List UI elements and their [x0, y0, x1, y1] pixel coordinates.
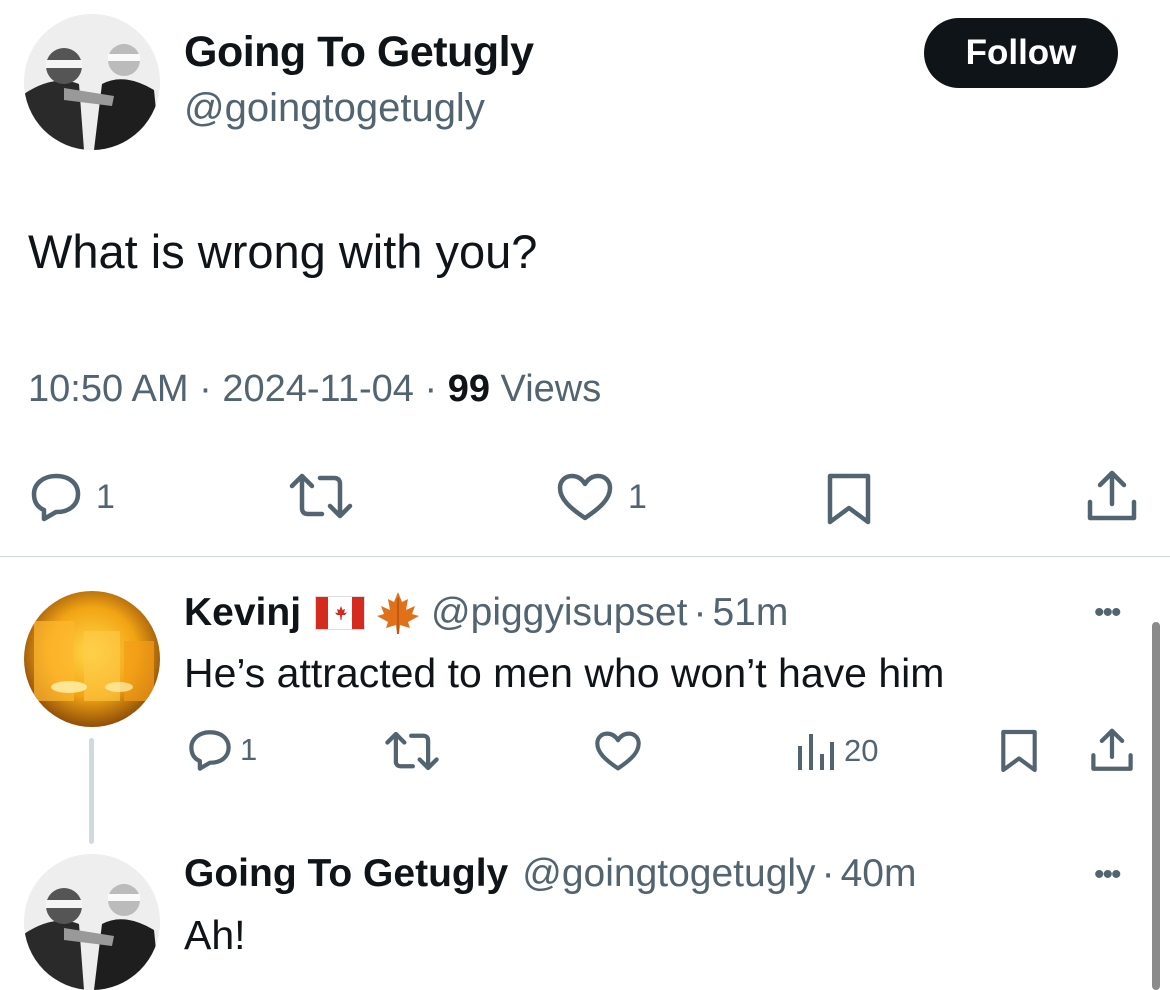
tweet-time[interactable]: 10:50 AM [28, 368, 189, 410]
reply-views-button[interactable]: 20 [796, 730, 878, 772]
reply-views-count: 20 [844, 733, 879, 768]
reply-icon [31, 473, 81, 522]
tweet-text: What is wrong with you? [28, 225, 538, 278]
scrollbar[interactable] [1152, 622, 1160, 990]
more-options-button[interactable]: ••• [1094, 858, 1121, 892]
canada-flag-icon [315, 596, 366, 630]
author-handle[interactable]: @goingtogetugly [184, 86, 485, 131]
reply-author-name[interactable]: Kevinj [184, 591, 301, 635]
reply-bookmark-button[interactable] [1000, 728, 1038, 774]
reply2-author-handle[interactable]: @goingtogetugly [522, 852, 815, 896]
bookmark-icon [827, 473, 871, 525]
reply2-text: Ah! [184, 912, 246, 958]
meta-separator: · [199, 368, 212, 410]
thread-line [89, 738, 94, 844]
heart-icon [595, 731, 641, 771]
bookmark-icon [1001, 729, 1037, 773]
reply-retweet-button[interactable] [384, 730, 440, 772]
more-options-button[interactable]: ••• [1094, 596, 1121, 630]
meta-separator: · [693, 591, 707, 634]
meta-separator: · [821, 852, 835, 895]
retweet-icon [385, 731, 439, 771]
reply-count: 1 [96, 477, 115, 516]
share-icon [1091, 728, 1133, 771]
reply-reply-count: 1 [240, 732, 258, 767]
views-count: 99 [447, 368, 490, 410]
reply-text: He’s attracted to men who won’t have him [184, 650, 945, 696]
bookmark-button[interactable] [826, 472, 872, 526]
author-name[interactable]: Going To Getugly [184, 28, 534, 77]
like-count: 1 [628, 477, 647, 516]
tweet-date[interactable]: 2024-11-04 [222, 368, 414, 410]
reply-author-handle[interactable]: @piggyisupset [431, 591, 687, 635]
views-label: Views [500, 368, 602, 410]
follow-button[interactable]: Follow [924, 18, 1118, 88]
heart-icon [557, 473, 613, 521]
reply-time[interactable]: 51m [712, 591, 788, 635]
meta-separator: · [424, 368, 438, 410]
reply2-author-avatar[interactable] [24, 854, 160, 990]
tweet-meta: 10:50 AM · 2024-11-04 · 99 Views [28, 368, 601, 411]
reply-share-button[interactable] [1090, 728, 1134, 774]
views-chart-icon [798, 734, 834, 770]
share-button[interactable] [1086, 470, 1138, 524]
retweet-button[interactable] [288, 472, 354, 520]
author-avatar[interactable] [24, 14, 160, 150]
share-icon [1087, 470, 1137, 521]
reply-button[interactable]: 1 [30, 472, 115, 522]
reply-author-avatar[interactable] [24, 591, 160, 727]
reply-icon [189, 730, 231, 771]
reply-like-button[interactable] [594, 730, 642, 772]
like-button[interactable]: 1 [556, 472, 647, 522]
reply2-author-name[interactable]: Going To Getugly [184, 852, 508, 896]
reply-header: Kevinj @piggyisupset · 51m [184, 590, 788, 636]
divider [0, 556, 1170, 557]
retweet-icon [289, 473, 353, 519]
reply-reply-button[interactable]: 1 [188, 728, 257, 772]
reply2-header: Going To Getugly @goingtogetugly · 40m [184, 852, 916, 896]
reply2-time[interactable]: 40m [841, 852, 917, 896]
maple-leaf-icon [377, 592, 420, 634]
